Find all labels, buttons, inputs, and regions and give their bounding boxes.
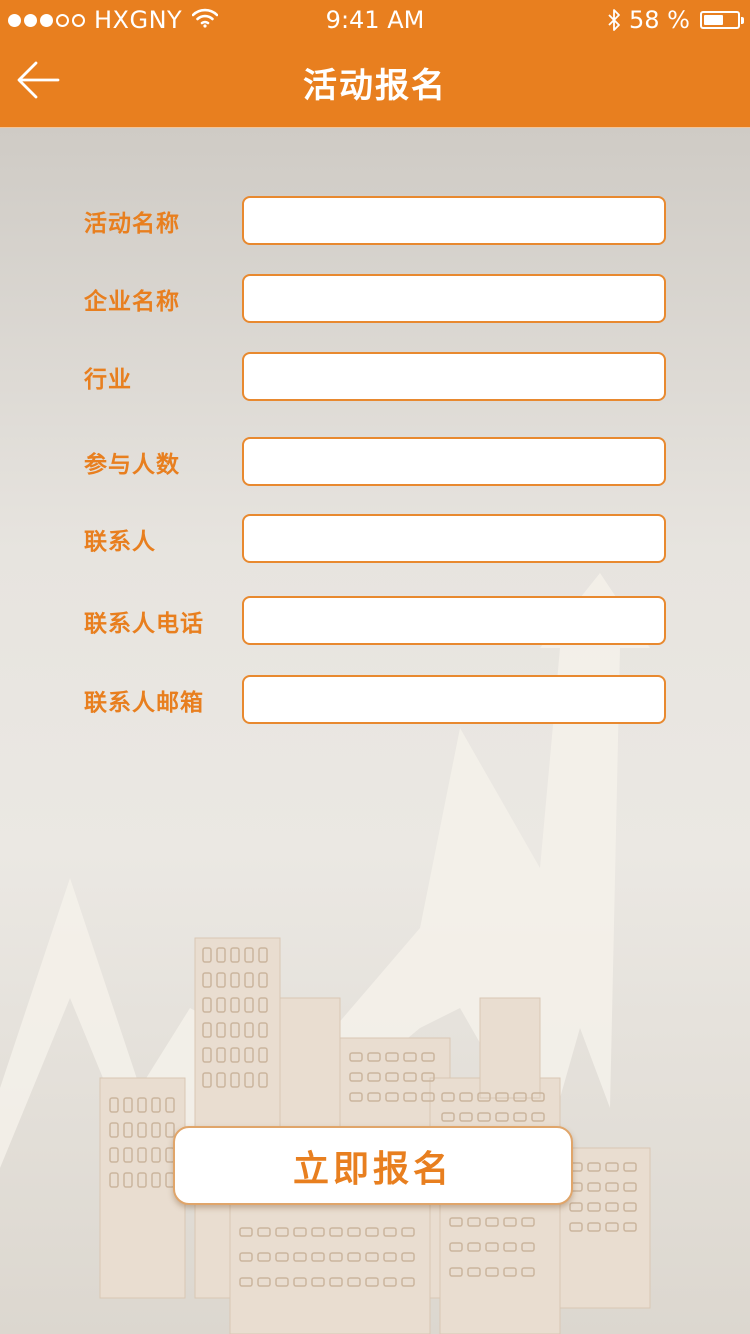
- battery-icon: [700, 11, 744, 29]
- bluetooth-icon: [607, 8, 621, 32]
- industry-label: 行业: [84, 367, 132, 393]
- company-name-input[interactable]: [242, 274, 666, 323]
- form-row-contact: 联系人: [0, 514, 750, 564]
- submit-button[interactable]: 立即报名: [173, 1126, 573, 1205]
- contact-email-label: 联系人邮箱: [84, 690, 204, 716]
- contact-phone-input[interactable]: [242, 596, 666, 645]
- status-right: 58 %: [607, 6, 744, 34]
- contact-input[interactable]: [242, 514, 666, 563]
- nav-bar: 活动报名: [0, 40, 750, 128]
- form-row-company-name: 企业名称: [0, 274, 750, 324]
- contact-email-input[interactable]: [242, 675, 666, 724]
- form-row-contact-phone: 联系人电话: [0, 596, 750, 646]
- form-row-participants: 参与人数: [0, 437, 750, 487]
- form-row-industry: 行业: [0, 352, 750, 402]
- participants-label: 参与人数: [84, 452, 180, 478]
- form-row-activity-name: 活动名称: [0, 196, 750, 246]
- industry-input[interactable]: [242, 352, 666, 401]
- page-title: 活动报名: [303, 66, 447, 106]
- contact-phone-label: 联系人电话: [84, 611, 204, 637]
- form-row-contact-email: 联系人邮箱: [0, 675, 750, 725]
- battery-percent: 58 %: [629, 6, 690, 34]
- activity-name-input[interactable]: [242, 196, 666, 245]
- contact-label: 联系人: [84, 529, 156, 555]
- status-bar: HXGNY 9:41 AM 58 %: [0, 0, 750, 40]
- activity-name-label: 活动名称: [84, 211, 180, 237]
- participants-input[interactable]: [242, 437, 666, 486]
- company-name-label: 企业名称: [84, 289, 180, 315]
